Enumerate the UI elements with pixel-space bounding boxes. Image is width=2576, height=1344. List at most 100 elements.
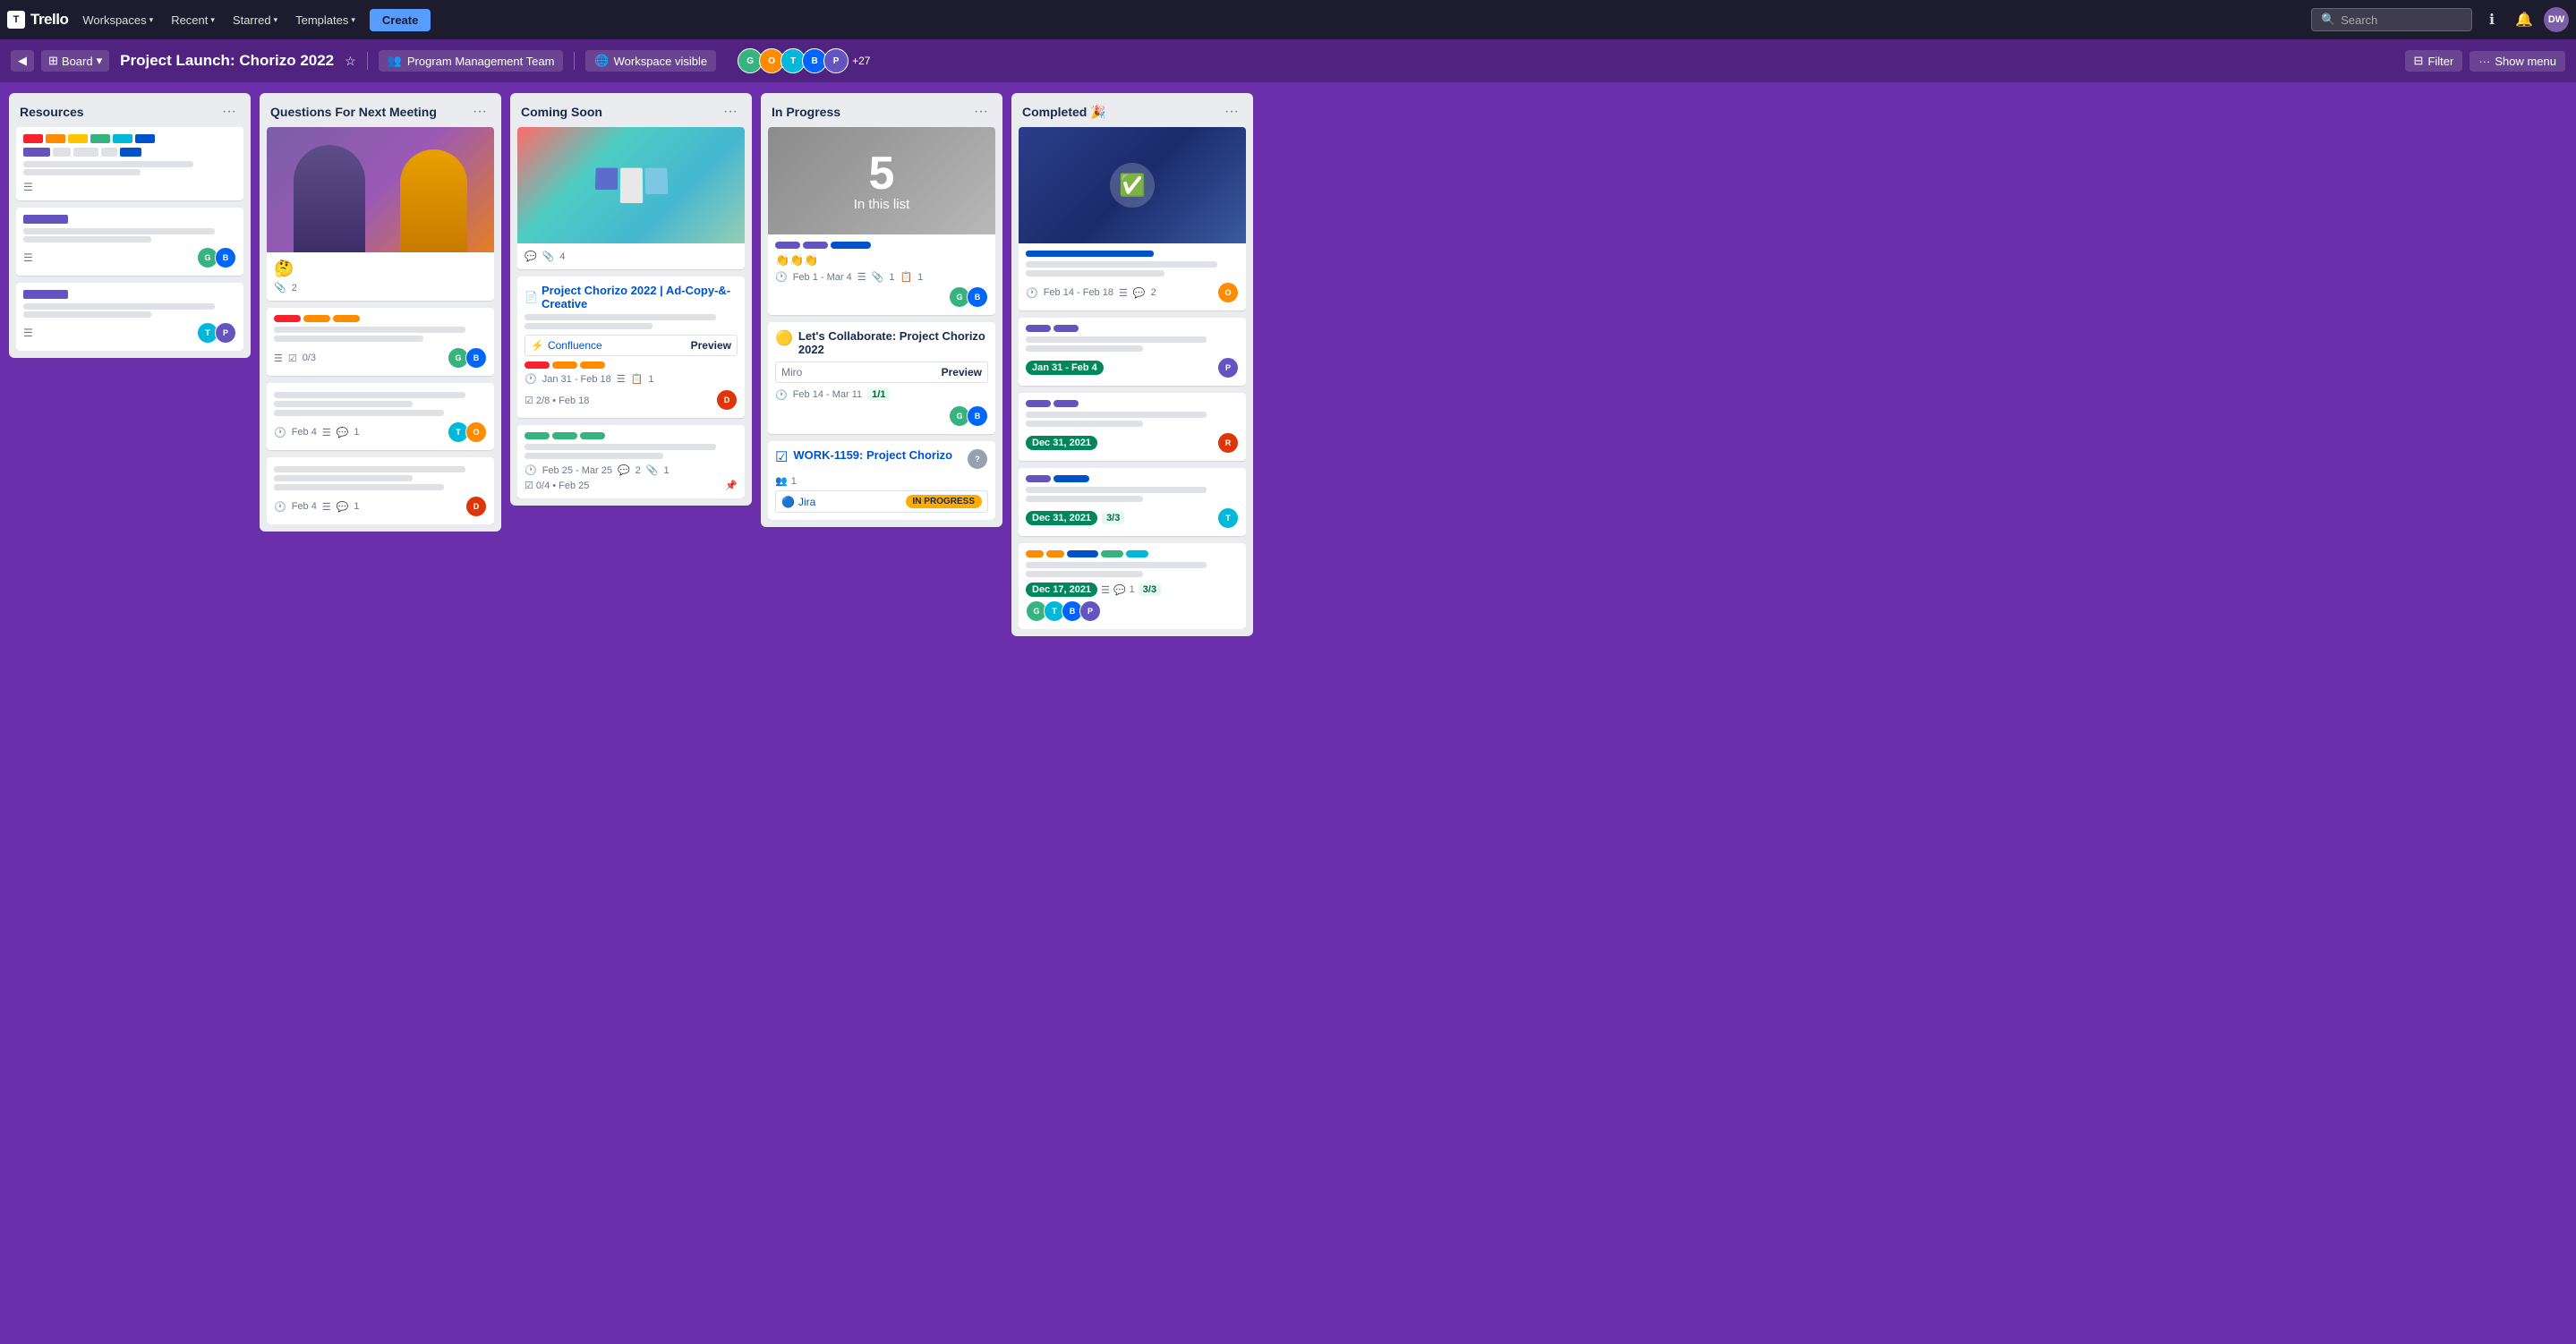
- card-link-title[interactable]: WORK-1159: Project Chorizo: [793, 448, 965, 462]
- label-red: [525, 362, 550, 369]
- date-range: Feb 14 - Mar 11: [793, 389, 862, 400]
- divider: [574, 52, 575, 70]
- preview-label[interactable]: Preview: [942, 366, 982, 379]
- card-avatar: D: [465, 496, 487, 517]
- app-logo[interactable]: T Trello: [7, 11, 68, 29]
- workspace-visibility-button[interactable]: 🌐 Workspace visible: [585, 50, 716, 72]
- list-menu-button[interactable]: ···: [218, 102, 240, 122]
- team-button[interactable]: 👥 Program Management Team: [379, 50, 564, 72]
- card-avatar: P: [215, 322, 236, 344]
- card-avatars: G B: [949, 286, 988, 308]
- header-right: ⊟ Filter ··· Show menu: [2405, 50, 2565, 72]
- card-avatar: O: [1217, 282, 1239, 303]
- member-avatars[interactable]: G O T B P +27: [738, 48, 870, 73]
- list-header: Coming Soon ···: [517, 100, 745, 127]
- list-menu-button[interactable]: ···: [720, 102, 741, 122]
- card-meta: ☰ ☑ 0/3: [274, 353, 316, 364]
- card-avatars: D: [716, 389, 738, 411]
- user-avatar[interactable]: DW: [2544, 7, 2569, 32]
- checklist-badge: 3/3: [1139, 583, 1161, 596]
- divider: [367, 52, 368, 70]
- card-res1[interactable]: ☰: [16, 127, 243, 200]
- card-meta: 🕐 Feb 14 - Mar 11 1/1: [775, 388, 988, 401]
- info-button[interactable]: ℹ: [2479, 7, 2504, 32]
- list-header: Questions For Next Meeting ···: [267, 100, 494, 127]
- card-comp4[interactable]: Dec 31, 2021 3/3 T: [1019, 468, 1246, 536]
- card-comp5[interactable]: Dec 17, 2021 ☰ 💬 1 3/3 G T B P: [1019, 543, 1246, 629]
- due-date-badge: Jan 31 - Feb 4: [1026, 361, 1104, 375]
- templates-menu[interactable]: Templates ▾: [288, 10, 363, 30]
- notification-button[interactable]: 🔔: [2512, 7, 2537, 32]
- create-button[interactable]: Create: [370, 9, 431, 31]
- filter-button[interactable]: ⊟ Filter: [2405, 50, 2463, 72]
- member-count[interactable]: +27: [852, 55, 870, 67]
- description-icon: ☰: [322, 501, 331, 513]
- starred-menu[interactable]: Starred ▾: [226, 10, 285, 30]
- card-comp2[interactable]: Jan 31 - Feb 4 P: [1019, 318, 1246, 386]
- card-link-title[interactable]: Let's Collaborate: Project Chorizo 2022: [798, 329, 988, 356]
- preview-label[interactable]: Preview: [691, 339, 731, 352]
- card-avatars: P: [1217, 357, 1239, 379]
- card-comp1[interactable]: ✅ 🕐 Feb 14 - Feb 18 ☰ 💬 2: [1019, 127, 1246, 310]
- list-menu-button[interactable]: ···: [1221, 102, 1242, 122]
- list-cards: 💬 📎 4 📄 Project Chorizo 2022 | Ad-Copy-&…: [517, 127, 745, 498]
- label-green: [525, 432, 550, 439]
- comment-count: 2: [1151, 287, 1156, 298]
- date-range: Feb 1 - Mar 4: [793, 272, 852, 283]
- attachment-count: 2: [292, 283, 297, 293]
- chevron-down-icon: ▾: [97, 54, 103, 68]
- board-header: ◀ ⊞ Board ▾ Project Launch: Chorizo 2022…: [0, 39, 2576, 82]
- label-purple2: [1053, 325, 1079, 332]
- team-icon: 👥: [388, 54, 402, 68]
- card-avatars: T O: [448, 421, 487, 443]
- chevron-down-icon: ▾: [149, 15, 154, 25]
- card-q3[interactable]: 🕐 Feb 4 ☰ 💬 1 T O: [267, 383, 494, 450]
- card-avatar: P: [1217, 357, 1239, 379]
- attachment-icon: 📎: [872, 271, 884, 283]
- jira-icon: 🔵: [781, 496, 795, 508]
- description-icon: ☰: [617, 373, 626, 385]
- card-ip2[interactable]: 🟡 Let's Collaborate: Project Chorizo 202…: [768, 322, 995, 434]
- show-menu-button[interactable]: ··· Show menu: [2469, 51, 2565, 72]
- card-comp3[interactable]: Dec 31, 2021 R: [1019, 393, 1246, 461]
- label-green: [1101, 550, 1123, 557]
- list-menu-button[interactable]: ···: [970, 102, 992, 122]
- workspaces-menu[interactable]: Workspaces ▾: [75, 10, 160, 30]
- due-date-badge: Dec 31, 2021: [1026, 436, 1097, 450]
- clock-icon: 🕐: [775, 271, 788, 283]
- card-res3[interactable]: ☰ T P: [16, 283, 243, 351]
- list-menu-button[interactable]: ···: [469, 102, 490, 122]
- card-cs3[interactable]: 🕐 Feb 25 - Mar 25 💬 2 📎 1 ☑ 0/4 • Feb 25…: [517, 425, 745, 498]
- card-q2[interactable]: ☰ ☑ 0/3 G B: [267, 308, 494, 376]
- due-date-badge: Dec 17, 2021: [1026, 583, 1097, 597]
- search-bar[interactable]: 🔍 Search: [2311, 8, 2472, 31]
- star-button[interactable]: ☆: [345, 54, 356, 69]
- card-q1[interactable]: 🤔 📎 2: [267, 127, 494, 301]
- card-res2[interactable]: ☰ G B: [16, 208, 243, 276]
- card-ip1[interactable]: 5 In this list 👏👏👏 🕐 Feb 1 - Mar 4 ☰: [768, 127, 995, 315]
- card-q4[interactable]: 🕐 Feb 4 ☰ 💬 1 D: [267, 457, 494, 524]
- label-orange2: [333, 315, 360, 322]
- card-ip3[interactable]: ☑ WORK-1159: Project Chorizo ? 👥 1 🔵 Jir…: [768, 441, 995, 520]
- card-cs2[interactable]: 📄 Project Chorizo 2022 | Ad-Copy-&-Creat…: [517, 276, 745, 418]
- comment-icon: 💬: [618, 464, 630, 476]
- label-blue: [1053, 475, 1089, 482]
- board-type-button[interactable]: ⊞ Board ▾: [41, 50, 109, 72]
- card-avatars: G B: [448, 347, 487, 369]
- list-title: Coming Soon: [521, 105, 602, 119]
- list-title: Questions For Next Meeting: [270, 105, 437, 119]
- checklist-icon: 📋: [900, 271, 912, 283]
- comment-icon: 💬: [337, 427, 349, 438]
- confluence-icon: ⚡: [531, 339, 544, 352]
- card-link-title[interactable]: Project Chorizo 2022 | Ad-Copy-&-Creativ…: [542, 284, 738, 310]
- attachment-icon: 📎: [542, 251, 555, 262]
- member-avatar[interactable]: P: [823, 48, 849, 73]
- card-cs1[interactable]: 💬 📎 4: [517, 127, 745, 269]
- checklist-progress: ☑ 2/8 • Feb 18: [525, 395, 589, 406]
- label-purple: [1026, 475, 1051, 482]
- label-purple: [1026, 325, 1051, 332]
- recent-menu[interactable]: Recent ▾: [164, 10, 222, 30]
- card-avatars: D: [465, 496, 487, 517]
- list-cards: 5 In this list 👏👏👏 🕐 Feb 1 - Mar 4 ☰: [768, 127, 995, 520]
- back-button[interactable]: ◀: [11, 50, 34, 72]
